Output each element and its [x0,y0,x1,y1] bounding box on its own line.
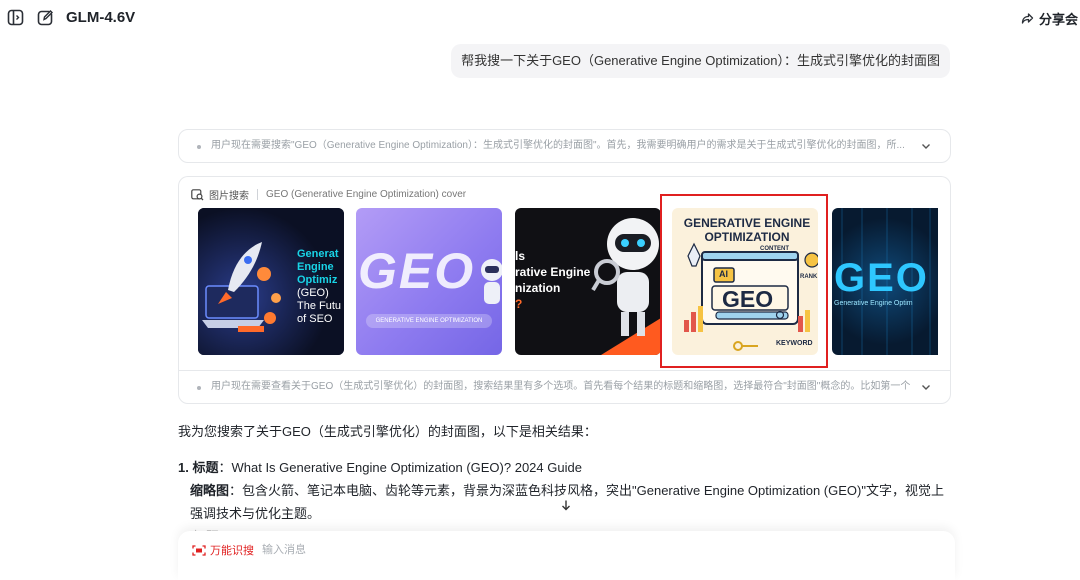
thinking-panel-2[interactable]: 用户现在需要查看关于GEO（生成式引擎优化）的封面图，搜索结果里有多个选项。首先… [178,370,951,404]
top-bar: GLM-4.6V 分享会 [0,0,1080,36]
image-search-icon [191,188,204,200]
image-search-header: 图片搜索 GEO (Generative Engine Optimization… [191,187,466,202]
model-name[interactable]: GLM-4.6V [66,9,135,26]
sidebar-toggle-icon[interactable] [6,8,24,26]
selected-thumbnail-highlight [660,194,828,368]
message-input[interactable] [262,540,862,560]
thumb-2-caption: GENERATIVE ENGINE OPTIMIZATION [366,314,492,328]
thinking-panel[interactable]: 用户现在需要搜索"GEO（Generative Engine Optimizat… [178,129,951,163]
message-composer: 万能识搜 [178,531,955,580]
share-button[interactable]: 分享会 [1021,9,1078,28]
response-item-1-title: 1. 标题：What Is Generative Engine Optimiza… [178,460,582,475]
scan-icon [192,544,206,556]
bullet-dot [197,145,201,149]
tool-label: 万能识搜 [210,545,254,557]
image-search-label: 图片搜索 [209,191,249,202]
share-icon [1021,13,1034,24]
robot-icon [481,259,502,304]
chevron-down-icon[interactable] [920,140,932,152]
share-label: 分享会 [1038,12,1078,27]
thumb-3-title: ls rative Engine nization ? [515,249,591,311]
chevron-down-icon[interactable] [920,381,932,393]
thumb-1-title: Generat Engine Optimiz (GEO) The Futu of… [297,248,342,325]
response-item-1-thumb-desc-cont: 强调技术与优化主题。 [190,506,321,521]
user-message-bubble: 帮我搜一下关于GEO（Generative Engine Optimizatio… [451,44,950,78]
thumb-2-big-text: GEO [358,243,476,299]
robot-magnifier-illustration [591,218,661,355]
thumb-5-big-text: GEO [834,256,929,300]
universal-recognition-button[interactable]: 万能识搜 [192,542,254,558]
thumb-5-caption: Generative Engine Optim [834,300,913,307]
thinking-text-2: 用户现在需要查看关于GEO（生成式引擎优化）的封面图，搜索结果里有多个选项。首先… [211,381,910,392]
response-intro: 我为您搜索了关于GEO（生成式引擎优化）的封面图，以下是相关结果： [178,424,597,439]
divider [257,189,258,200]
thinking-text: 用户现在需要搜索"GEO（Generative Engine Optimizat… [211,140,905,151]
result-thumbnail-3[interactable]: ls rative Engine nization ? [515,208,661,355]
arrow-down-icon [562,500,570,511]
scroll-to-bottom-button[interactable] [555,494,577,516]
result-thumbnail-5[interactable]: GEO Generative Engine Optim [832,208,938,355]
image-search-panel: 图片搜索 GEO (Generative Engine Optimization… [178,176,951,370]
bullet-dot [197,386,201,390]
result-thumbnail-2[interactable]: GEO GENERATIVE ENGINE OPTIMIZATION [356,208,502,355]
new-chat-icon[interactable] [36,8,54,26]
result-thumbnail-1[interactable]: Generat Engine Optimiz (GEO) The Futu of… [198,208,344,355]
image-search-query: GEO (Generative Engine Optimization) cov… [266,189,467,200]
